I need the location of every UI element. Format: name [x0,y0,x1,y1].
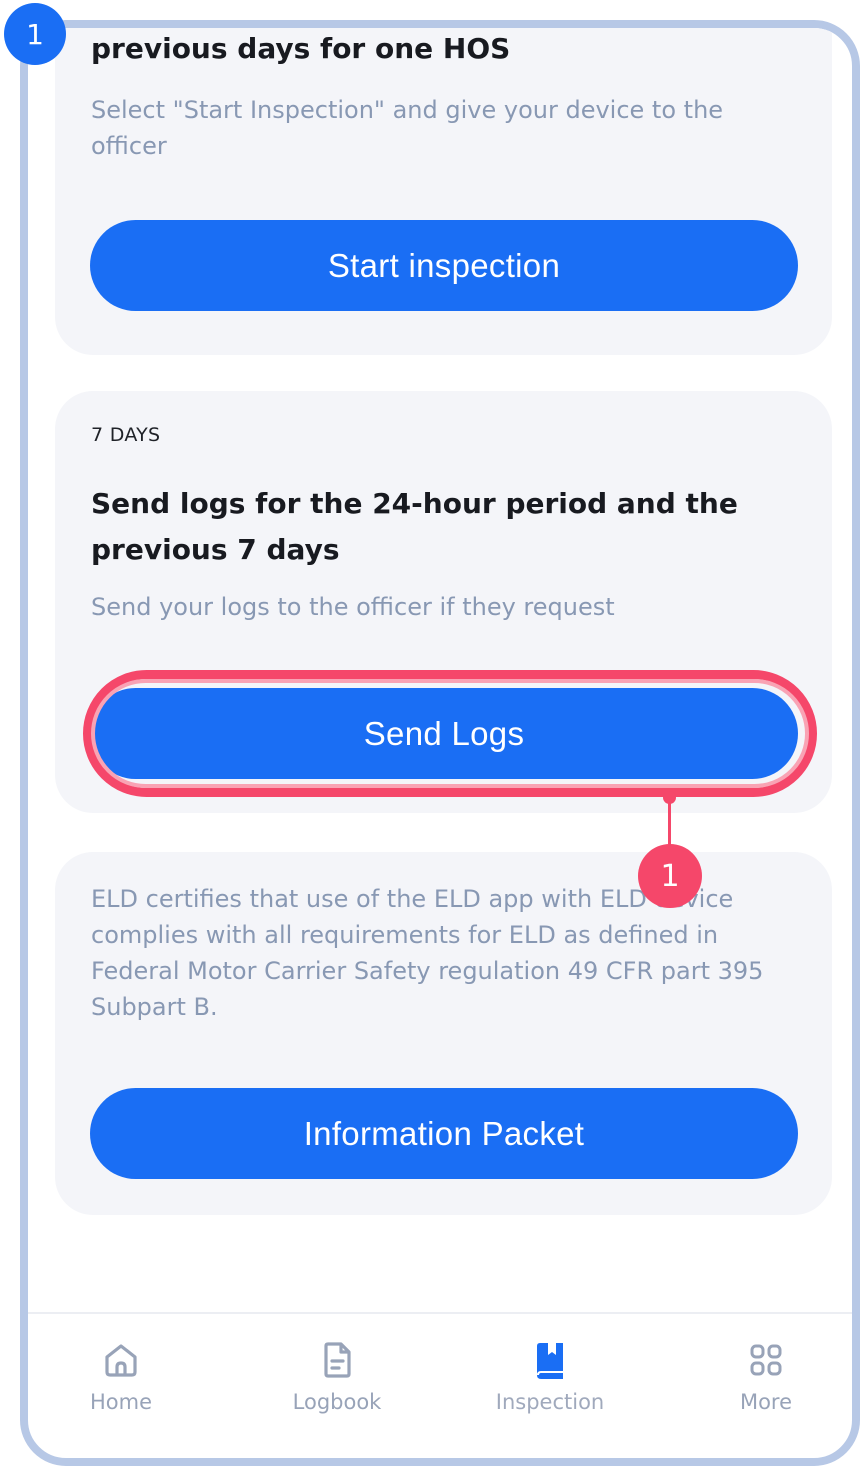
nav-label-logbook: Logbook [292,1390,382,1414]
nav-label-inspection: Inspection [495,1390,605,1414]
book-icon [537,1343,563,1379]
top-step-marker: 1 [4,3,66,65]
information-packet-button[interactable]: Information Packet [90,1088,798,1179]
send-logs-kicker: 7 DAYS [91,424,161,446]
callout-step-marker: 1 [638,844,702,908]
phone-frame: previous days for one HOS Select "Start … [20,20,860,1466]
nav-item-home[interactable]: Home [31,1314,211,1424]
nav-item-logbook[interactable]: Logbook [247,1314,427,1424]
nav-item-inspection[interactable]: Inspection [460,1314,640,1424]
home-icon [105,1344,137,1377]
grid-icon [750,1344,782,1376]
callout-connector-dot [663,791,676,804]
nav-label-more: More [739,1390,793,1414]
nav-label-home: Home [89,1390,152,1414]
start-inspection-button[interactable]: Start inspection [90,220,798,311]
send-logs-title: Send logs for the 24-hour period and the… [91,487,738,566]
send-logs-button[interactable]: Send Logs [90,688,798,779]
inspection-card-subtitle: Select "Start Inspection" and give your … [91,96,724,160]
send-logs-subtitle: Send your logs to the officer if they re… [91,593,615,621]
nav-item-more[interactable]: More [676,1314,852,1424]
document-icon [324,1342,351,1378]
bottom-nav: Home Logbook Inspection More [28,1314,852,1444]
inspection-card-title: previous days for one HOS [91,32,511,65]
inspection-screen: previous days for one HOS Select "Start … [28,28,852,1458]
stage: previous days for one HOS Select "Start … [0,0,863,1471]
